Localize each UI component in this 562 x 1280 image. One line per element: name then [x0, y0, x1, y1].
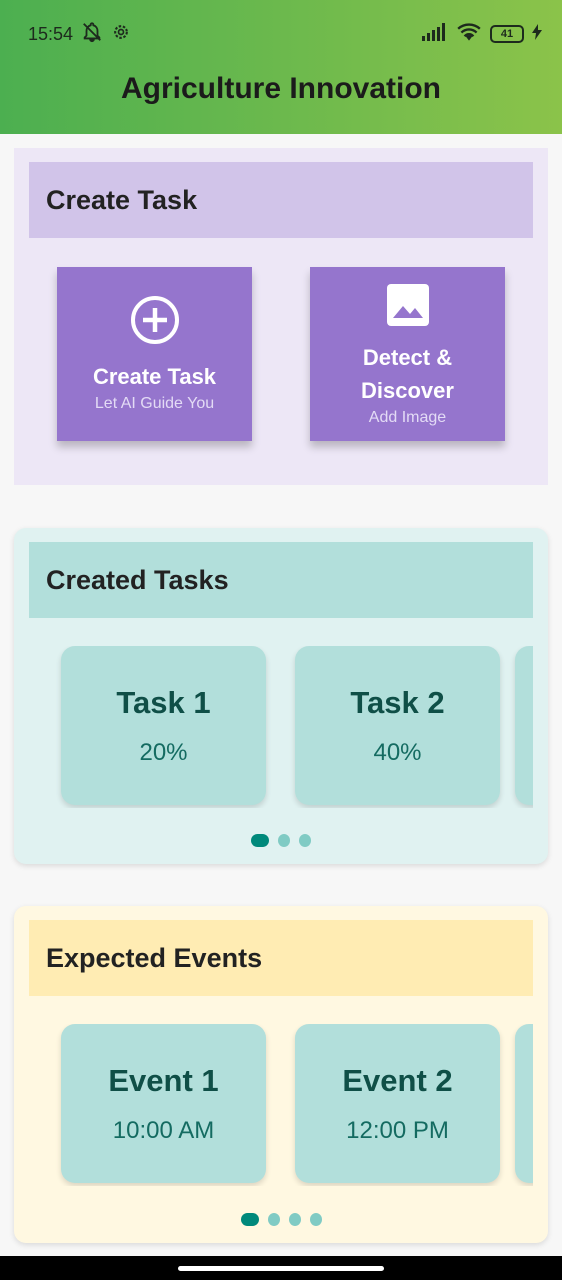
task-card-progress: 20% — [139, 738, 188, 766]
event-card[interactable]: Event 2 12:00 PM — [295, 1024, 500, 1183]
page-dot[interactable] — [267, 1213, 280, 1226]
expected-events-header: Expected Events — [29, 920, 533, 996]
signal-icon — [422, 22, 448, 46]
page-dot[interactable] — [278, 834, 290, 847]
detect-discover-button[interactable]: Detect & Discover Add Image — [310, 267, 505, 441]
expected-events-section: Expected Events Event 1 10:00 AM Event 2… — [14, 906, 548, 1243]
page-dot-active[interactable] — [251, 834, 269, 847]
image-icon — [385, 282, 431, 333]
tasks-page-indicator — [14, 834, 548, 847]
create-task-header: Create Task — [29, 162, 533, 238]
status-bar: 15:54 41 — [0, 0, 562, 68]
events-carousel[interactable]: Event 1 10:00 AM Event 2 12:00 PM — [29, 1024, 533, 1186]
event-card[interactable]: Event 1 10:00 AM — [61, 1024, 266, 1183]
create-task-section: Create Task Create Task Let AI Guide You… — [14, 148, 548, 485]
add-circle-icon — [130, 295, 180, 350]
notification-muted-icon — [81, 21, 103, 48]
events-page-indicator — [14, 1213, 548, 1226]
event-card-title: Event 1 — [108, 1062, 219, 1098]
page-dot[interactable] — [309, 1213, 322, 1226]
task-card-title: Task 2 — [350, 684, 445, 720]
wifi-icon — [456, 22, 482, 47]
create-task-button-subtitle: Let AI Guide You — [94, 395, 215, 412]
create-task-button-label: Create Task — [92, 364, 217, 389]
created-tasks-section: Created Tasks Task 1 20% Task 2 40% — [14, 528, 548, 864]
settings-gear-icon — [111, 22, 131, 47]
tasks-carousel[interactable]: Task 1 20% Task 2 40% — [29, 646, 533, 808]
task-card[interactable]: Task 1 20% — [61, 646, 266, 805]
event-card-time: 10:00 AM — [112, 1116, 215, 1144]
task-card-progress: 40% — [373, 738, 422, 766]
detect-discover-button-label: Detect & Discover — [361, 344, 454, 403]
create-task-button[interactable]: Create Task Let AI Guide You — [57, 267, 252, 441]
page-dot-active[interactable] — [240, 1213, 259, 1226]
created-tasks-header: Created Tasks — [29, 542, 533, 618]
battery-level: 41 — [500, 28, 514, 40]
page-title: Agriculture Innovation — [120, 72, 441, 105]
event-card-partial[interactable] — [515, 1024, 533, 1183]
charging-icon — [532, 23, 542, 45]
detect-discover-button-subtitle: Add Image — [368, 408, 447, 426]
page-dot[interactable] — [288, 1213, 301, 1226]
battery-icon: 41 — [490, 25, 524, 43]
status-time: 15:54 — [28, 23, 74, 44]
task-card-title: Task 1 — [116, 684, 211, 720]
system-nav-bar — [0, 1256, 562, 1280]
home-indicator[interactable] — [178, 1266, 384, 1271]
event-card-title: Event 2 — [342, 1062, 453, 1098]
page-dot[interactable] — [299, 834, 311, 847]
event-card-time: 12:00 PM — [346, 1116, 449, 1144]
task-card[interactable]: Task 2 40% — [295, 646, 500, 805]
app-bar: 15:54 41 Agriculture Innovation — [0, 0, 562, 134]
task-card-partial[interactable] — [515, 646, 533, 805]
